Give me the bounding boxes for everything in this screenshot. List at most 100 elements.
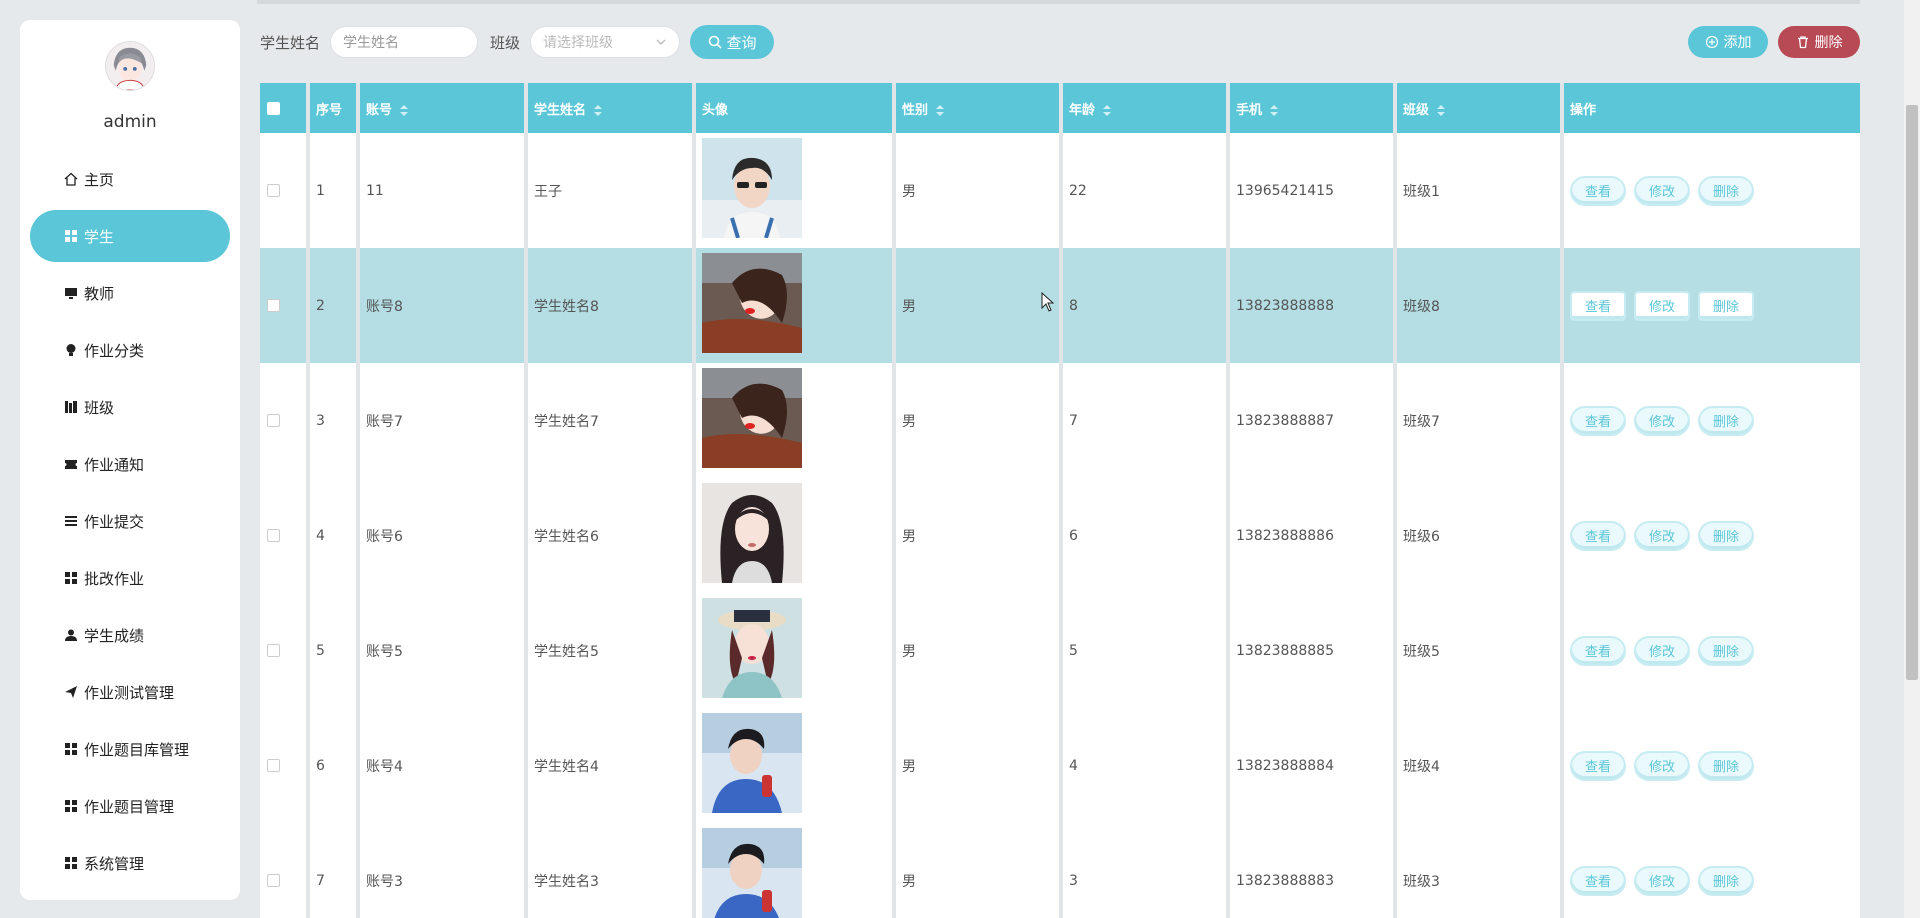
- cell-gender: 男: [896, 823, 1063, 918]
- sidebar-item-system[interactable]: 系统管理: [30, 837, 230, 889]
- sort-icon[interactable]: [1437, 104, 1446, 116]
- table-row[interactable]: 5 账号5 学生姓名5 男 5 13823888885 班级5 查看 修改 删除: [260, 593, 1860, 708]
- student-photo[interactable]: [702, 827, 802, 918]
- row-checkbox[interactable]: [267, 759, 280, 772]
- row-select-cell[interactable]: [260, 363, 310, 478]
- edit-button[interactable]: 修改: [1634, 750, 1690, 781]
- row-checkbox[interactable]: [267, 184, 280, 197]
- row-delete-button[interactable]: 删除: [1698, 635, 1754, 666]
- edit-button[interactable]: 修改: [1634, 635, 1690, 666]
- sort-icon[interactable]: [1103, 104, 1112, 116]
- sidebar-item-questions[interactable]: 作业题目管理: [30, 780, 230, 832]
- cell-age: 22: [1063, 133, 1230, 248]
- scrollbar-thumb[interactable]: [1906, 105, 1918, 680]
- query-button[interactable]: 查询: [690, 25, 775, 59]
- student-photo[interactable]: [702, 482, 802, 583]
- sort-icon[interactable]: [1270, 104, 1279, 116]
- header-select-all[interactable]: [260, 83, 310, 133]
- paper-plane-icon: [64, 685, 78, 699]
- plus-circle-icon: [1705, 35, 1718, 49]
- row-select-cell[interactable]: [260, 823, 310, 918]
- view-button[interactable]: 查看: [1570, 865, 1626, 896]
- sidebar-item-homework-test[interactable]: 作业测试管理: [30, 666, 230, 718]
- row-delete-button[interactable]: 删除: [1698, 750, 1754, 781]
- edit-button[interactable]: 修改: [1634, 405, 1690, 436]
- edit-button[interactable]: 修改: [1634, 290, 1690, 321]
- header-account[interactable]: 账号: [360, 83, 528, 133]
- table-row[interactable]: 1 11 王子男 22 13965421415 班级1 查看 修改 删除: [260, 133, 1860, 248]
- student-photo[interactable]: [702, 137, 802, 238]
- sort-icon[interactable]: [936, 104, 945, 116]
- header-gender[interactable]: 性别: [896, 83, 1063, 133]
- delete-button[interactable]: 删除: [1778, 26, 1860, 58]
- sidebar-item-grade-homework[interactable]: 批改作业: [30, 552, 230, 604]
- cell-no: 6: [310, 708, 360, 823]
- sidebar-item-label: 主页: [84, 170, 115, 189]
- sidebar-item-homework-notice[interactable]: 作业通知: [30, 438, 230, 490]
- sort-icon[interactable]: [594, 104, 603, 116]
- sidebar-item-question-bank[interactable]: 作业题目库管理: [30, 723, 230, 775]
- edit-button[interactable]: 修改: [1634, 520, 1690, 551]
- row-checkbox[interactable]: [267, 644, 280, 657]
- row-select-cell[interactable]: [260, 593, 310, 708]
- view-button[interactable]: 查看: [1570, 290, 1626, 321]
- row-select-cell[interactable]: [260, 248, 310, 363]
- table-row[interactable]: 6 账号4 学生姓名4 男 4 13823888884 班级4 查看 修改 删除: [260, 708, 1860, 823]
- student-photo[interactable]: [702, 597, 802, 698]
- row-checkbox[interactable]: [267, 299, 280, 312]
- student-photo[interactable]: [702, 252, 802, 353]
- class-select[interactable]: 请选择班级: [530, 26, 681, 58]
- sidebar-menu: 主页 学生 教师 作业分类 班级 作业通知 作业提交 批改作业 学生成绩 作业测…: [20, 153, 240, 894]
- view-button[interactable]: 查看: [1570, 520, 1626, 551]
- sidebar-item-home[interactable]: 主页: [30, 153, 230, 205]
- sidebar-item-homework-submit[interactable]: 作业提交: [30, 495, 230, 547]
- table-header: 序号 账号 学生姓名 头像 性别 年龄 手机 班级 操作: [260, 83, 1860, 133]
- student-name-input[interactable]: 学生姓名: [330, 26, 479, 58]
- student-photo[interactable]: [702, 712, 802, 813]
- view-button[interactable]: 查看: [1570, 405, 1626, 436]
- table-row[interactable]: 2 账号8 学生姓名8 男 8 13823888888 班级8 查看 修改 删除: [260, 248, 1860, 363]
- header-class[interactable]: 班级: [1397, 83, 1564, 133]
- row-checkbox[interactable]: [267, 529, 280, 542]
- cell-name: 王子: [528, 133, 696, 248]
- header-age[interactable]: 年龄: [1063, 83, 1230, 133]
- sidebar-item-student-scores[interactable]: 学生成绩: [30, 609, 230, 661]
- edit-button[interactable]: 修改: [1634, 865, 1690, 896]
- sidebar-item-label: 学生成绩: [84, 626, 145, 645]
- table-row[interactable]: 7 账号3 学生姓名3 男 3 13823888883 班级3 查看 修改 删除: [260, 823, 1860, 918]
- row-checkbox[interactable]: [267, 874, 280, 887]
- cell-avatar: [696, 708, 896, 823]
- header-phone[interactable]: 手机: [1230, 83, 1397, 133]
- edit-button[interactable]: 修改: [1634, 175, 1690, 206]
- sidebar-item-homework-category[interactable]: 作业分类: [30, 324, 230, 376]
- sort-icon[interactable]: [400, 104, 409, 116]
- sidebar-item-teachers[interactable]: 教师: [30, 267, 230, 319]
- search-icon: [708, 35, 722, 49]
- header-name[interactable]: 学生姓名: [528, 83, 696, 133]
- row-delete-button[interactable]: 删除: [1698, 865, 1754, 896]
- books-icon: [64, 400, 78, 414]
- row-select-cell[interactable]: [260, 133, 310, 248]
- table-row[interactable]: 4 账号6 学生姓名6 男 6 13823888886 班级6 查看 修改 删除: [260, 478, 1860, 593]
- view-button[interactable]: 查看: [1570, 750, 1626, 781]
- select-all-checkbox[interactable]: [267, 101, 280, 115]
- cell-phone: 13823888883: [1230, 823, 1397, 918]
- row-delete-button[interactable]: 删除: [1698, 520, 1754, 551]
- sidebar-item-students[interactable]: 学生: [30, 210, 230, 262]
- row-select-cell[interactable]: [260, 478, 310, 593]
- sidebar-item-label: 系统管理: [84, 854, 145, 873]
- view-button[interactable]: 查看: [1570, 635, 1626, 666]
- row-delete-button[interactable]: 删除: [1698, 405, 1754, 436]
- scrollbar[interactable]: [1904, 0, 1920, 918]
- avatar[interactable]: [105, 41, 155, 91]
- row-delete-button[interactable]: 删除: [1698, 290, 1754, 321]
- view-button[interactable]: 查看: [1570, 175, 1626, 206]
- student-photo[interactable]: [702, 367, 802, 468]
- table-row[interactable]: 3 账号7 学生姓名7 男 7 13823888887 班级7 查看 修改 删除: [260, 363, 1860, 478]
- row-delete-button[interactable]: 删除: [1698, 175, 1754, 206]
- sidebar-item-classes[interactable]: 班级: [30, 381, 230, 433]
- cell-avatar: [696, 478, 896, 593]
- add-button[interactable]: 添加: [1688, 26, 1768, 58]
- row-checkbox[interactable]: [267, 414, 280, 427]
- row-select-cell[interactable]: [260, 708, 310, 823]
